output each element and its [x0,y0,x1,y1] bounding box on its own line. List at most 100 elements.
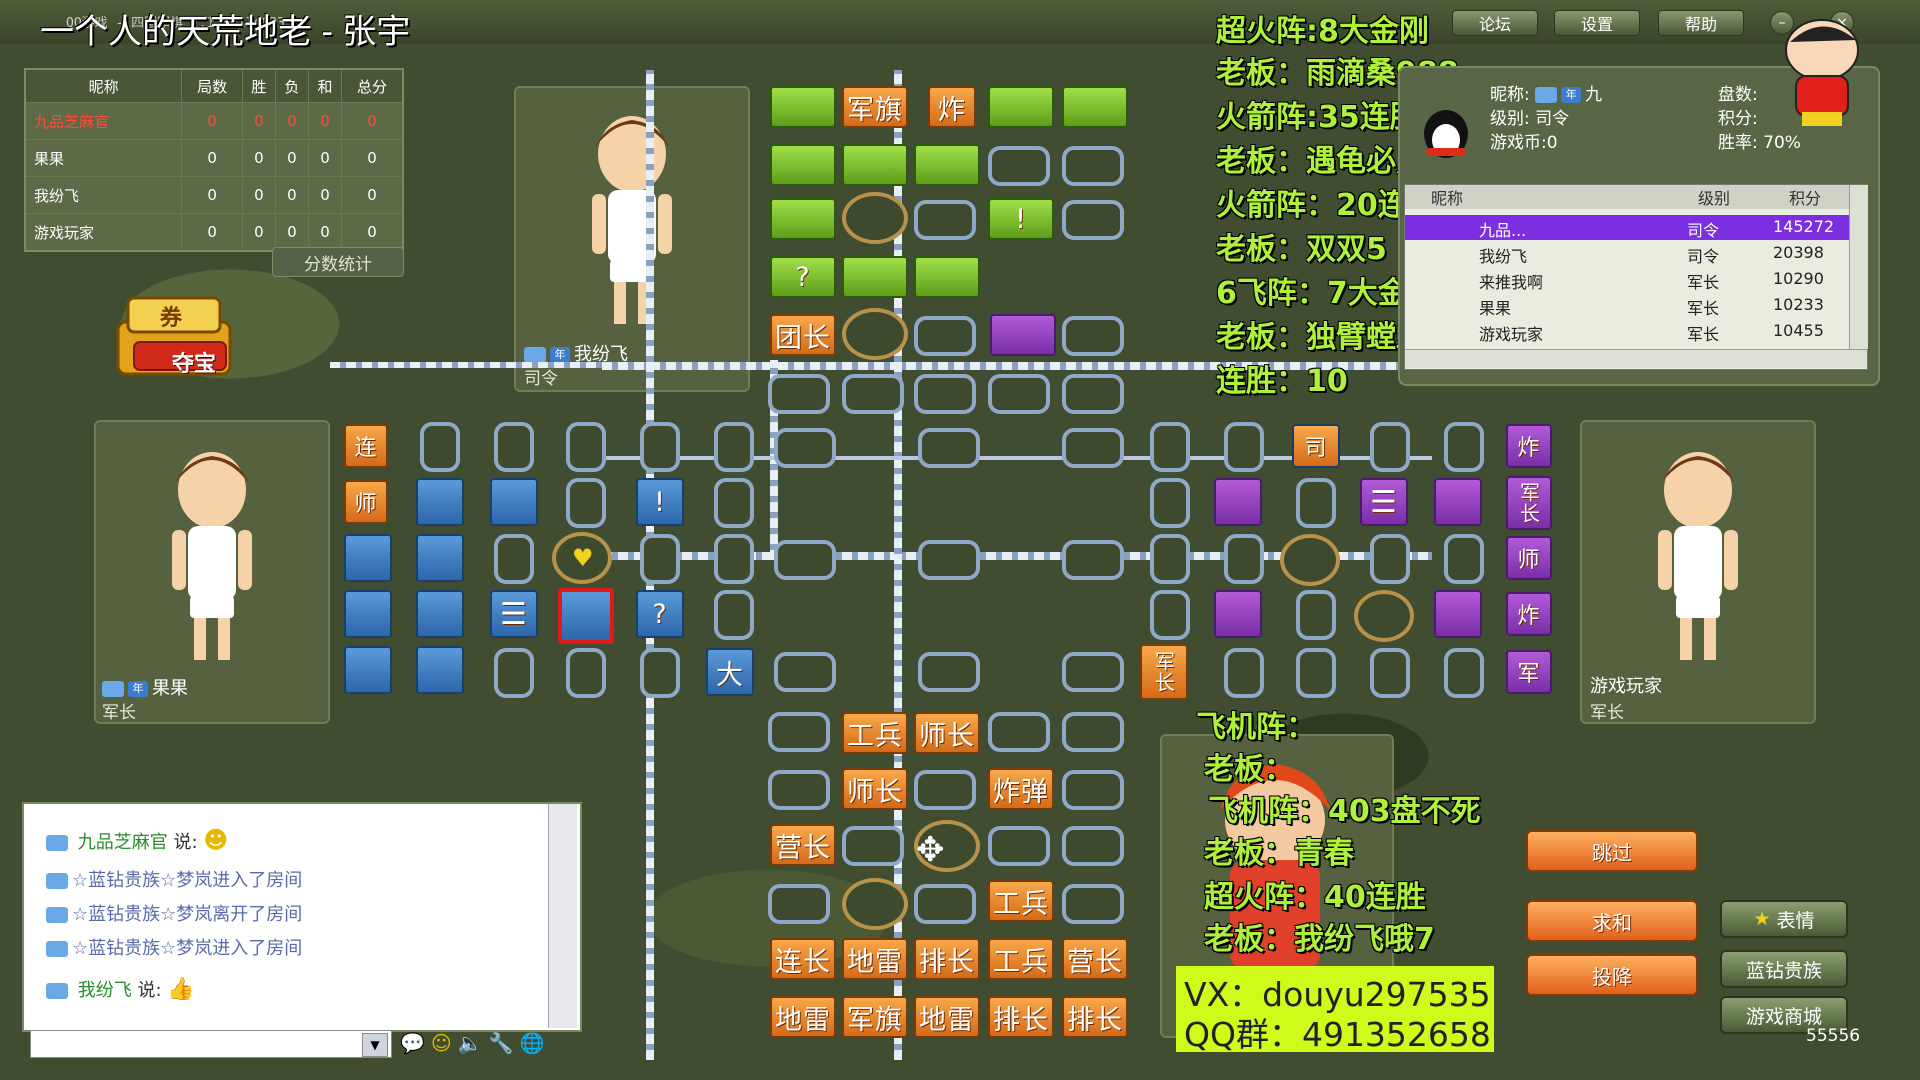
board-slot[interactable] [918,428,980,468]
board-piece[interactable]: ! [988,198,1054,240]
board-slot[interactable] [914,770,976,810]
emote-button[interactable]: ★ 表情 [1720,900,1848,938]
board-slot[interactable] [988,826,1050,866]
board-slot[interactable] [1370,648,1410,698]
board-slot[interactable] [640,422,680,472]
board-slot[interactable] [1062,316,1124,356]
speaker-icon[interactable]: 🔈 [458,1031,483,1055]
board-piece-selected[interactable] [558,588,614,644]
board-slot[interactable] [494,534,534,584]
board-piece[interactable]: 团长 [770,314,836,356]
board-piece-hidden[interactable] [1214,590,1262,638]
board-piece[interactable]: 炸 [1506,592,1552,636]
board-slot[interactable] [1062,826,1124,866]
board-slot[interactable] [1296,590,1336,640]
board-slot[interactable] [640,534,680,584]
board-piece[interactable]: 营长 [770,824,836,866]
offer-draw-button[interactable]: 求和 [1526,900,1698,942]
board-slot[interactable] [914,884,976,924]
board-slot[interactable] [1224,534,1264,584]
board-slot[interactable] [1370,534,1410,584]
board-piece[interactable]: ? [770,256,836,298]
board-slot[interactable] [768,884,830,924]
board-slot[interactable] [1062,200,1124,240]
board-slot[interactable] [1062,712,1124,752]
board-slot[interactable] [714,534,754,584]
board-camp[interactable] [1354,590,1414,642]
board-piece[interactable]: 军长 [1506,476,1552,530]
board-piece[interactable]: 工兵 [988,880,1054,922]
board-piece[interactable]: 炸弹 [988,768,1054,810]
board-piece-flag[interactable]: ☰ [490,590,538,638]
board-piece[interactable]: 军 [1506,650,1552,694]
board-piece-hidden[interactable] [344,534,392,582]
board-piece[interactable]: 连 [344,424,388,468]
board-piece[interactable]: 排长 [914,938,980,980]
board-slot[interactable] [1150,534,1190,584]
board-piece-hidden[interactable] [770,198,836,240]
board-slot[interactable] [1370,422,1410,472]
globe-icon[interactable]: 🌐 [520,1031,545,1055]
board-piece[interactable]: 炸 [1506,424,1552,468]
board-piece-hidden[interactable] [344,590,392,638]
board-slot[interactable] [1224,648,1264,698]
surrender-button[interactable]: 投降 [1526,954,1698,996]
board-piece[interactable]: ! [636,478,684,526]
board-piece-hidden[interactable] [1434,590,1482,638]
board-piece-hidden[interactable] [416,478,464,526]
board-piece[interactable]: 工兵 [842,712,908,754]
board-piece-hidden[interactable] [416,590,464,638]
board-piece[interactable]: 地雷 [770,996,836,1038]
chat-scrollbar[interactable] [548,804,577,1028]
board-piece[interactable]: 大 [706,648,754,696]
board-slot[interactable] [1444,534,1484,584]
board-camp[interactable] [842,878,908,930]
board-slot[interactable] [640,648,680,698]
board-piece-hidden[interactable] [344,646,392,694]
ranking-row[interactable]: 果果 军长 10233 [1405,293,1849,318]
board-camp[interactable] [1280,534,1340,586]
board-slot[interactable] [774,428,836,468]
board-piece[interactable]: 地雷 [842,938,908,980]
skip-button[interactable]: 跳过 [1526,830,1698,872]
board-piece-hidden[interactable] [770,144,836,186]
board-slot[interactable] [774,652,836,692]
board-slot[interactable] [1062,374,1124,414]
board-slot[interactable] [914,374,976,414]
board-slot[interactable] [566,478,606,528]
board-piece-hidden[interactable] [988,86,1054,128]
board-piece[interactable]: 营长 [1062,938,1128,980]
board-piece[interactable]: 排长 [1062,996,1128,1038]
ranking-row[interactable]: 游戏玩家 军长 10455 [1405,319,1849,344]
board-slot[interactable] [714,478,754,528]
board-slot[interactable] [914,200,976,240]
board-piece-hidden[interactable] [770,86,836,128]
board-piece[interactable]: 排长 [988,996,1054,1038]
treasure-button[interactable]: 券 夺宝 [104,292,244,384]
board-piece[interactable]: 工兵 [988,938,1054,980]
board-slot[interactable] [1444,648,1484,698]
board-slot[interactable] [1150,478,1190,528]
board-piece[interactable]: 师长 [914,712,980,754]
settings-button[interactable]: 设置 [1554,10,1640,36]
board-slot[interactable] [918,652,980,692]
wrench-icon[interactable]: 🔧 [489,1031,514,1055]
board-piece-flag[interactable]: ☰ [1360,478,1408,526]
board-slot[interactable] [714,422,754,472]
board-slot[interactable] [1062,884,1124,924]
board-piece[interactable]: 连长 [770,938,836,980]
board-piece-hidden[interactable] [842,144,908,186]
ranking-row[interactable]: 我纷飞 司令 20398 [1405,241,1849,266]
board-piece[interactable]: 军长 [1140,644,1188,700]
board-piece-hidden[interactable] [1434,478,1482,526]
board-piece[interactable]: 师长 [842,768,908,810]
board-piece-hidden[interactable] [842,256,908,298]
board-slot[interactable] [566,422,606,472]
board-piece-hidden[interactable] [1062,86,1128,128]
board-piece-hidden[interactable] [1214,478,1262,526]
chat-input[interactable] [30,1030,392,1058]
board-slot[interactable] [988,374,1050,414]
board-slot[interactable] [714,590,754,640]
board-slot[interactable] [1150,590,1190,640]
chevron-down-icon[interactable]: ▼ [362,1033,388,1057]
